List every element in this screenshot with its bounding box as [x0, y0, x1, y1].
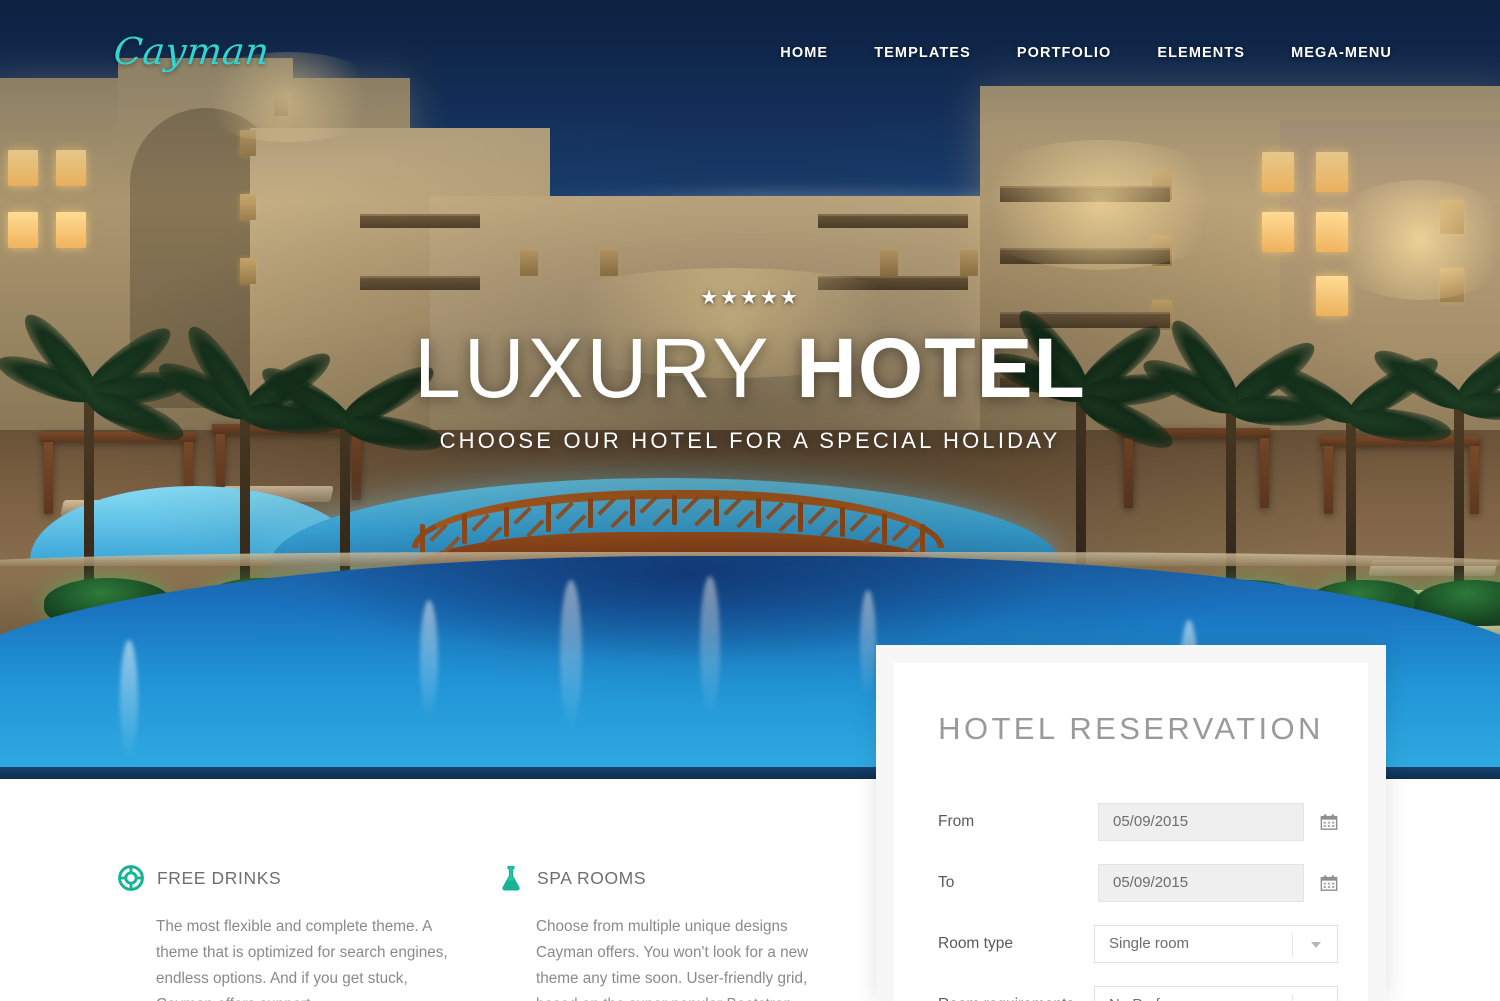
reservation-heading: HOTEL RESERVATION [938, 711, 1324, 746]
life-ring-icon [118, 865, 144, 891]
window-light [8, 212, 38, 248]
feature-body: Choose from multiple unique designs Caym… [536, 918, 809, 1001]
hero-title-light: LUXURY [414, 321, 770, 415]
from-control: 05/09/2015 [1098, 802, 1338, 841]
reservation-panel: HOTEL RESERVATION From 05/09/2015 To 05/… [876, 645, 1386, 1001]
window-light [56, 150, 86, 186]
room-type-value: Single room [1109, 935, 1190, 952]
site-header: Cayman HOME TEMPLATES PORTFOLIO ELEMENTS… [0, 0, 1500, 112]
window-light [1262, 212, 1294, 252]
hero-title-bold: HOTEL [796, 321, 1086, 415]
form-row-room-requirements: Room requirements No Preference [938, 974, 1338, 1001]
star-rating: ★★★★★ [700, 287, 800, 309]
to-date-input[interactable]: 05/09/2015 [1098, 863, 1304, 902]
chevron-down-icon[interactable] [1311, 941, 1321, 948]
room-requirements-control: No Preference [1094, 985, 1338, 1001]
window-light [240, 258, 256, 284]
water-reflection [420, 600, 438, 720]
select-separator [1292, 932, 1293, 957]
nav-item-elements[interactable]: ELEMENTS [1157, 45, 1245, 61]
room-type-select[interactable]: Single room [1094, 924, 1338, 963]
window-light [1262, 152, 1294, 192]
reservation-card: HOTEL RESERVATION From 05/09/2015 To 05/… [894, 663, 1368, 1001]
feature-header: FREE DRINKS [118, 865, 448, 891]
feature-free-drinks: FREE DRINKS The most flexible and comple… [118, 865, 448, 1001]
main-navigation: HOME TEMPLATES PORTFOLIO ELEMENTS MEGA-M… [780, 45, 1392, 61]
page-root: Cayman HOME TEMPLATES PORTFOLIO ELEMENTS… [0, 0, 1500, 1001]
flask-icon [502, 865, 520, 891]
cabana-post [1324, 446, 1333, 514]
room-type-control: Single room [1094, 924, 1338, 963]
nav-item-portfolio[interactable]: PORTFOLIO [1017, 45, 1111, 61]
calendar-icon[interactable] [1320, 874, 1338, 892]
facade-glow [960, 140, 1240, 270]
site-logo[interactable]: Cayman [112, 30, 272, 73]
cabana-post [1470, 446, 1479, 514]
water-reflection [560, 580, 582, 730]
calendar-icon[interactable] [1320, 813, 1338, 831]
feature-title: SPA ROOMS [537, 867, 647, 888]
nav-item-templates[interactable]: TEMPLATES [874, 45, 971, 61]
form-row-to: To 05/09/2015 [938, 852, 1338, 913]
nav-item-mega-menu[interactable]: MEGA-MENU [1291, 45, 1392, 61]
form-row-from: From 05/09/2015 [938, 791, 1338, 852]
hero-subtitle: CHOOSE OUR HOTEL FOR A SPECIAL HOLIDAY [439, 427, 1061, 453]
to-label: To [938, 873, 955, 891]
window-light [8, 150, 38, 186]
window-light [600, 250, 618, 276]
hero-title: LUXURY HOTEL [0, 325, 1500, 412]
window-light [56, 212, 86, 248]
select-separator [1292, 993, 1293, 1001]
window-light [240, 194, 256, 220]
feature-header: SPA ROOMS [498, 865, 828, 891]
feature-body: The most flexible and complete theme. A … [156, 918, 448, 1001]
room-requirements-value: No Preference [1109, 996, 1206, 1001]
window-light [960, 250, 978, 276]
feature-title: FREE DRINKS [157, 867, 282, 888]
room-requirements-label: Room requirements [938, 996, 1094, 1001]
feature-spa-rooms: SPA ROOMS Choose from multiple unique de… [498, 865, 828, 1001]
to-control: 05/09/2015 [1098, 863, 1338, 902]
room-requirements-select[interactable]: No Preference [1094, 985, 1338, 1001]
water-reflection [700, 576, 720, 716]
from-label: From [938, 812, 975, 830]
form-row-room-type: Room type Single room [938, 913, 1338, 974]
water-reflection [860, 590, 876, 700]
balcony-rail [360, 214, 480, 228]
hero-text-block: ★★★★★ LUXURY HOTEL CHOOSE OUR HOTEL FOR … [0, 288, 1500, 454]
balcony-rail [818, 214, 968, 228]
window-light [1316, 152, 1348, 192]
from-date-input[interactable]: 05/09/2015 [1098, 802, 1304, 841]
nav-item-home[interactable]: HOME [780, 45, 828, 61]
water-reflection [120, 640, 138, 760]
window-light [520, 250, 538, 276]
window-light [880, 250, 898, 276]
room-type-label: Room type [938, 934, 1013, 952]
reservation-form: From 05/09/2015 To 05/09/2015 Room type … [894, 791, 1368, 1001]
